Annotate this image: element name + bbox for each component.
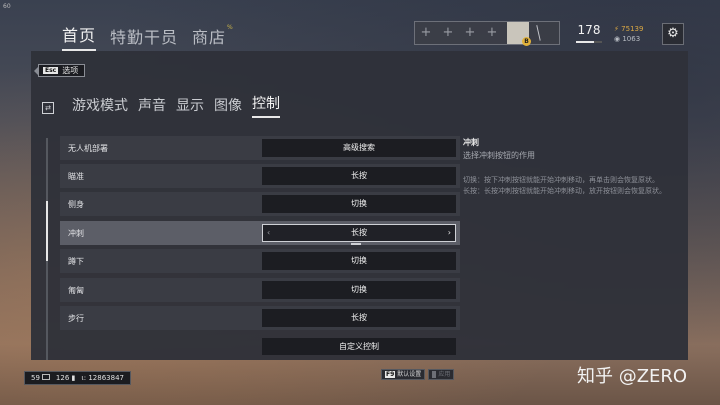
setting-value[interactable]: 切换 — [262, 195, 456, 213]
setting-label: 冲刺 — [68, 228, 84, 238]
setting-label: 步行 — [68, 313, 84, 323]
network-status: 59 126 ▮ ι: 12863847 — [24, 371, 131, 385]
monitor-icon — [41, 374, 50, 380]
custom-controls-button[interactable]: 自定义控制 — [262, 338, 456, 355]
player-level: 178 — [577, 23, 601, 37]
watermark: 知乎 @ZERO — [577, 366, 688, 387]
q-key-icon: ⇄ — [42, 102, 54, 114]
setting-label: 无人机部署 — [68, 143, 108, 153]
apply-button[interactable]: 应用 — [428, 369, 455, 380]
squad-slot-3[interactable]: + — [459, 22, 481, 44]
setting-row-sprint[interactable]: 冲刺 ‹ 长按 › — [60, 221, 460, 245]
session-id-value: 12863847 — [88, 374, 124, 382]
level-progress-bar — [576, 41, 602, 43]
tab-sound[interactable]: 声音 — [138, 95, 166, 118]
renown-amount: 75139 — [621, 25, 644, 33]
setting-value[interactable]: 高级搜索 — [262, 139, 456, 157]
nav-operators[interactable]: 特勤干员 — [110, 24, 178, 51]
footer-actions: F9 默认设置 应用 — [381, 369, 455, 380]
description-body: 切换：按下冲刺按钮就能开始冲刺移动，再单击则会恢复原状。 长按：长按冲刺按钮就能… — [463, 175, 685, 197]
credits-icon: ◉ — [614, 35, 621, 43]
fps-status: 59 — [31, 374, 50, 382]
ping-value: 126 — [55, 374, 70, 382]
renown-icon: ⚡ — [614, 25, 619, 33]
squad-loadout[interactable]: + + + + B ╱ — [414, 21, 560, 46]
chevron-right-icon[interactable]: › — [448, 225, 451, 241]
tab-display[interactable]: 显示 — [176, 95, 204, 118]
setting-label: 侧身 — [68, 199, 84, 209]
nav-shop-label: 商店 — [192, 28, 227, 47]
esc-key-hint: Esc — [43, 67, 59, 74]
setting-label: 蹲下 — [68, 256, 84, 266]
tab-game-mode[interactable]: 游戏模式 — [72, 95, 128, 118]
f9-key-hint: F9 — [385, 371, 396, 378]
session-id: ι: 12863847 — [81, 374, 124, 382]
squad-slot-1[interactable]: + — [415, 22, 437, 44]
back-label: 选项 — [62, 66, 79, 75]
tab-graphics[interactable]: 图像 — [214, 95, 242, 118]
tab-controls[interactable]: 控制 — [252, 93, 280, 118]
setting-value[interactable]: 切换 — [262, 252, 456, 270]
fps-value: 59 — [31, 374, 40, 382]
credits-value: ◉ 1063 — [614, 34, 643, 44]
scrollbar-thumb[interactable] — [46, 201, 48, 261]
description-hold-text: 长按：长按冲刺按钮就能开始冲刺移动，放开按钮则会恢复原状。 — [463, 187, 666, 195]
signal-icon: ▮ — [71, 374, 76, 382]
credits-amount: 1063 — [622, 35, 641, 43]
setting-value[interactable]: 长按 — [262, 309, 456, 327]
ping-status: 126 ▮ — [56, 374, 75, 382]
chevron-left-icon[interactable]: ‹ — [267, 225, 270, 241]
nav-home[interactable]: 首页 — [62, 22, 97, 51]
squad-slot-2[interactable]: + — [437, 22, 459, 44]
setting-row-lean[interactable]: 侧身 切换 — [60, 192, 460, 216]
restore-defaults-button[interactable]: F9 默认设置 — [381, 369, 426, 380]
operator-avatar[interactable]: B — [507, 22, 531, 46]
apply-key-hint — [432, 371, 437, 378]
back-button[interactable]: Esc 选项 — [34, 64, 86, 77]
setting-row-drone[interactable]: 无人机部署 高级搜索 — [60, 136, 460, 160]
setting-row-aim[interactable]: 瞄准 长按 — [60, 164, 460, 188]
options-tabs: ⇄ 游戏模式 声音 显示 图像 控制 — [42, 93, 280, 118]
back-arrow-icon — [34, 67, 38, 75]
shop-discount-tag: % — [227, 24, 234, 31]
setting-row-prone[interactable]: 匍匐 切换 — [60, 278, 460, 302]
apply-label: 应用 — [438, 371, 451, 378]
setting-value[interactable]: 长按 — [262, 167, 456, 185]
setting-row-crouch[interactable]: 蹲下 切换 — [60, 249, 460, 273]
value-indicator — [351, 243, 361, 245]
setting-value[interactable]: 切换 — [262, 281, 456, 299]
description-subtitle: 选择冲刺按钮的作用 — [463, 151, 535, 160]
settings-button[interactable]: ⚙ — [662, 23, 684, 45]
gear-icon: ⚙ — [667, 26, 679, 41]
level-progress-fill — [576, 41, 595, 43]
currency-display: ⚡ 75139 ◉ 1063 — [614, 24, 643, 44]
renown-value: ⚡ 75139 — [614, 24, 643, 34]
setting-label: 匍匐 — [68, 285, 84, 295]
description-toggle-text: 切换：按下冲刺按钮就能开始冲刺移动，再单击则会恢复原状。 — [463, 176, 659, 184]
fps-counter: 60 — [3, 3, 11, 10]
restore-defaults-label: 默认设置 — [397, 371, 422, 378]
top-navigation: 首页 特勤干员 商店% — [62, 22, 234, 51]
setting-value-selector[interactable]: ‹ 长按 › — [262, 224, 456, 245]
nav-shop[interactable]: 商店% — [192, 24, 234, 51]
setting-label: 瞄准 — [68, 171, 84, 181]
knife-icon: ╱ — [531, 25, 546, 41]
setting-value: 长按 — [351, 228, 367, 237]
setting-row-walk[interactable]: 步行 长按 — [60, 306, 460, 330]
description-title: 冲刺 — [463, 138, 479, 147]
operator-badge: B — [522, 37, 531, 46]
setting-description: 冲刺 选择冲刺按钮的作用 切换：按下冲刺按钮就能开始冲刺移动，再单击则会恢复原状… — [463, 137, 685, 197]
squad-slot-4[interactable]: + — [481, 22, 503, 44]
